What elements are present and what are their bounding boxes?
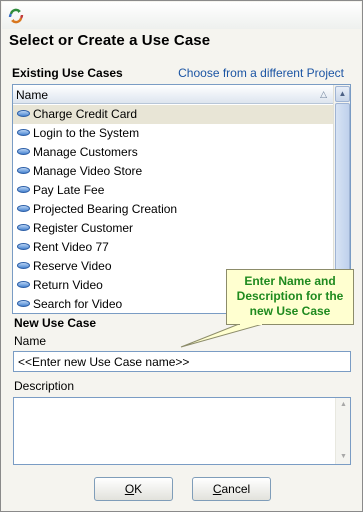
use-case-oval-icon (17, 129, 30, 137)
use-case-oval-icon (17, 243, 30, 251)
ok-button[interactable]: OK (94, 477, 173, 501)
use-case-item-label: Manage Customers (33, 145, 138, 159)
use-case-item-label: Charge Credit Card (33, 107, 138, 121)
title-bar[interactable] (2, 2, 361, 29)
use-case-item-label: Pay Late Fee (33, 183, 105, 197)
help-callout-text: Enter Name and Description for the new U… (236, 274, 344, 318)
sort-triangle-icon: △ (320, 89, 327, 99)
use-case-dialog: Select or Create a Use Case Existing Use… (0, 0, 363, 512)
name-label: Name (14, 334, 47, 348)
cancel-button[interactable]: Cancel (192, 477, 271, 501)
use-case-item-label: Reserve Video (33, 259, 112, 273)
use-case-oval-icon (17, 148, 30, 156)
use-case-list-item[interactable]: Rent Video 77 (13, 238, 333, 257)
description-label: Description (14, 379, 75, 393)
use-case-list-item[interactable]: Manage Video Store (13, 162, 333, 181)
use-case-oval-icon (17, 300, 30, 308)
use-case-oval-icon (17, 262, 30, 270)
use-case-list-item[interactable]: Login to the System (13, 124, 333, 143)
scroll-thumb[interactable] (335, 103, 350, 293)
use-case-oval-icon (17, 281, 30, 289)
use-case-list-item[interactable]: Pay Late Fee (13, 181, 333, 200)
use-case-item-label: Rent Video 77 (33, 240, 109, 254)
cancel-label-rest: ancel (221, 482, 251, 496)
use-case-list-item[interactable]: Charge Credit Card (13, 105, 333, 124)
use-case-oval-icon (17, 186, 30, 194)
help-callout: Enter Name and Description for the new U… (226, 269, 354, 325)
use-case-item-label: Return Video (33, 278, 103, 292)
use-case-item-label: Login to the System (33, 126, 140, 140)
dialog-heading: Select or Create a Use Case (9, 32, 211, 49)
description-scrollbar[interactable]: ▲ ▼ (335, 398, 350, 464)
use-case-oval-icon (17, 110, 30, 118)
description-textarea[interactable]: ▲ ▼ (13, 397, 351, 465)
scroll-up-arrow-icon[interactable]: ▲ (335, 86, 350, 102)
use-case-list-item[interactable]: Register Customer (13, 219, 333, 238)
ok-mnemonic: O (124, 482, 135, 496)
ok-label-rest: K (134, 482, 143, 496)
use-case-item-label: Register Customer (33, 221, 134, 235)
new-use-case-label: New Use Case (14, 316, 97, 330)
use-case-list-item[interactable]: Projected Bearing Creation (13, 200, 333, 219)
scroll-up-arrow-icon[interactable]: ▲ (337, 398, 350, 412)
use-case-oval-icon (17, 167, 30, 175)
existing-use-cases-label: Existing Use Cases (12, 66, 123, 80)
use-case-name-input[interactable] (13, 351, 351, 372)
scroll-down-arrow-icon[interactable]: ▼ (337, 450, 350, 464)
use-case-item-label: Manage Video Store (33, 164, 143, 178)
use-case-list-item[interactable]: Manage Customers (13, 143, 333, 162)
name-column-label: Name (16, 88, 49, 102)
use-case-item-label: Search for Video (33, 297, 123, 311)
use-case-oval-icon (17, 205, 30, 213)
use-case-item-label: Projected Bearing Creation (33, 202, 178, 216)
name-column-header[interactable]: Name △ (13, 85, 333, 104)
use-case-oval-icon (17, 224, 30, 232)
choose-project-link[interactable]: Choose from a different Project (178, 66, 344, 80)
recycle-arrows-icon (8, 8, 24, 24)
